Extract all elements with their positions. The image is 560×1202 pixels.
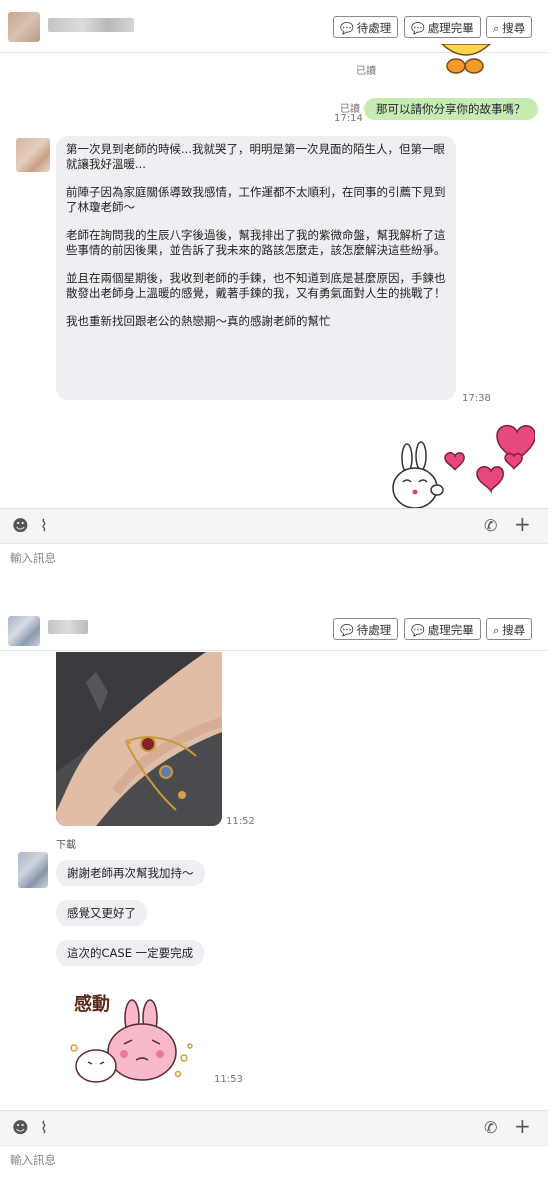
sticker-moved[interactable]: 感動 [66,988,202,1084]
contact-avatar[interactable] [8,12,40,42]
incoming-message[interactable]: 這次的CASE 一定要完成 [56,940,205,966]
sticker-partial [440,44,492,74]
story-paragraph: 我也重新找回跟老公的熱戀期～真的感謝老師的幫忙 [66,314,331,328]
sender-avatar[interactable] [16,138,50,172]
search-icon: ⌕ [493,624,500,637]
pending-button[interactable]: 💬 待處理 [333,16,399,38]
sender-avatar[interactable] [18,852,48,888]
chat-pane-1: 💬 待處理 💬 處理完畢 ⌕ 搜尋 已讀 已讀 17:14 那可以請你分享你的故事嗎？… [0,0,560,590]
message-time: 17:38 [462,393,491,404]
search-icon: ⌕ [493,22,500,35]
incoming-message[interactable]: 謝謝老師再次幫我加持～ [56,860,205,886]
plus-icon[interactable]: + [514,514,531,534]
plus-icon[interactable]: + [514,1116,531,1136]
bunny-icon [70,999,193,1083]
story-paragraph: 並且在兩個星期後，我收到老師的手鍊，也不知道到底是甚麼原因，手鍊也散發出老師身上… [66,271,446,300]
chat-pane-2: 💬 待處理 💬 處理完畢 ⌕ 搜尋 11:52 下載 謝謝老師再次幫我加持～ 感覺又更… [0,602,560,1202]
contact-avatar[interactable] [8,616,40,646]
phone-bubble-icon[interactable]: ✆ [484,1118,497,1138]
done-button[interactable]: 💬 處理完畢 [404,618,481,640]
phone-bubble-icon[interactable]: ✆ [484,516,497,536]
chat-bubble-icon: 💬 [411,624,425,637]
contact-name [48,620,88,634]
download-link[interactable]: 下載 [56,836,76,851]
smiley-icon[interactable]: ☻ [12,516,29,536]
message-time: 11:52 [226,816,255,827]
search-button[interactable]: ⌕ 搜尋 [486,16,533,38]
contact-name [48,18,134,32]
chat-header: 💬 待處理 💬 處理完畢 ⌕ 搜尋 [0,602,548,651]
sticker-bunny-hearts[interactable] [385,418,535,510]
composer-toolbar: ☻ ⌇ ✆ + [0,508,548,544]
search-button[interactable]: ⌕ 搜尋 [486,618,533,640]
message-time: 11:53 [214,1074,243,1085]
incoming-message-story[interactable]: 第一次見到老師的時候...我就哭了，明明是第一次見面的陌生人，但第一眼就讓我好溫… [56,136,456,400]
message-time: 17:14 [334,113,363,124]
paperclip-icon[interactable]: ⌇ [40,516,48,536]
chat-bubble-icon: 💬 [340,22,354,35]
composer-toolbar: ☻ ⌇ ✆ + [0,1110,548,1146]
bracelet-photo [56,652,222,826]
done-button[interactable]: 💬 處理完畢 [404,16,481,38]
story-paragraph: 前陣子因為家庭關係導致我感情，工作運都不太順利，在同事的引薦下見到了林瓊老師～ [66,185,446,214]
message-input[interactable]: 輸入訊息 [10,550,56,566]
incoming-message[interactable]: 感覺又更好了 [56,900,147,926]
outgoing-message[interactable]: 那可以請你分享你的故事嗎？ [364,98,538,120]
chat-bubble-icon: 💬 [340,624,354,637]
story-paragraph: 老師在詢問我的生辰八字後過後，幫我排出了我的紫微命盤，幫我解析了這些事情的前因後… [66,228,446,257]
story-paragraph: 第一次見到老師的時候...我就哭了，明明是第一次見面的陌生人，但第一眼就讓我好溫… [66,142,445,171]
pending-button[interactable]: 💬 待處理 [333,618,399,640]
read-status: 已讀 [356,66,376,77]
chat-bubble-icon: 💬 [411,22,425,35]
paperclip-icon[interactable]: ⌇ [40,1118,48,1138]
photo-message[interactable] [56,652,222,826]
message-input[interactable]: 輸入訊息 [10,1152,56,1168]
smiley-icon[interactable]: ☻ [12,1118,29,1138]
